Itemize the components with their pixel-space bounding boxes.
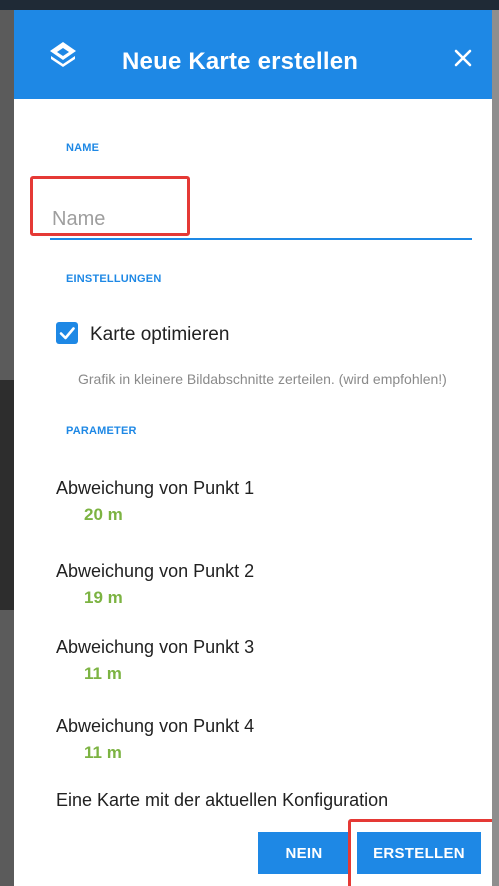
optimize-map-checkbox[interactable] [56, 322, 78, 344]
no-button[interactable]: NEIN [258, 832, 350, 874]
background-map-edge-dark [0, 380, 14, 610]
parameter-item: Abweichung von Punkt 3 11 m [56, 637, 476, 684]
name-input[interactable] [50, 200, 472, 240]
parameter-label: Abweichung von Punkt 4 [56, 716, 255, 736]
parameter-value: 11 m [84, 743, 122, 762]
optimize-map-hint: Grafik in kleinere Bildabschnitte zertei… [78, 371, 447, 387]
background-app-bar [0, 0, 499, 10]
parameter-value: 20 m [84, 505, 123, 524]
checkmark-icon [59, 327, 75, 340]
parameter-item: Abweichung von Punkt 2 19 m [56, 561, 476, 608]
parameter-label: Abweichung von Punkt 2 [56, 561, 255, 581]
parameter-label: Abweichung von Punkt 3 [56, 637, 255, 657]
parameter-value: 19 m [84, 588, 123, 607]
settings-section-label: EINSTELLUNGEN [66, 273, 162, 285]
optimize-map-label: Karte optimieren [90, 324, 230, 345]
parameter-section-label: PARAMETER [66, 425, 137, 437]
close-icon[interactable] [451, 46, 475, 70]
locus-logo-icon [50, 42, 76, 67]
parameter-item: Abweichung von Punkt 1 20 m [56, 478, 476, 525]
parameter-item: Abweichung von Punkt 4 11 m [56, 716, 476, 763]
create-button[interactable]: ERSTELLEN [357, 832, 481, 874]
create-map-dialog: Neue Karte erstellen NAME EINSTELLUNGEN … [14, 10, 492, 886]
info-text: Eine Karte mit der aktuellen Konfigurati… [56, 790, 389, 810]
name-section-label: NAME [66, 142, 100, 154]
background-right-edge [492, 10, 499, 886]
parameter-value: 11 m [84, 664, 122, 683]
dialog-title: Neue Karte erstellen [122, 48, 359, 75]
parameter-label: Abweichung von Punkt 1 [56, 478, 255, 498]
dialog-titlebar: Neue Karte erstellen [14, 10, 492, 99]
